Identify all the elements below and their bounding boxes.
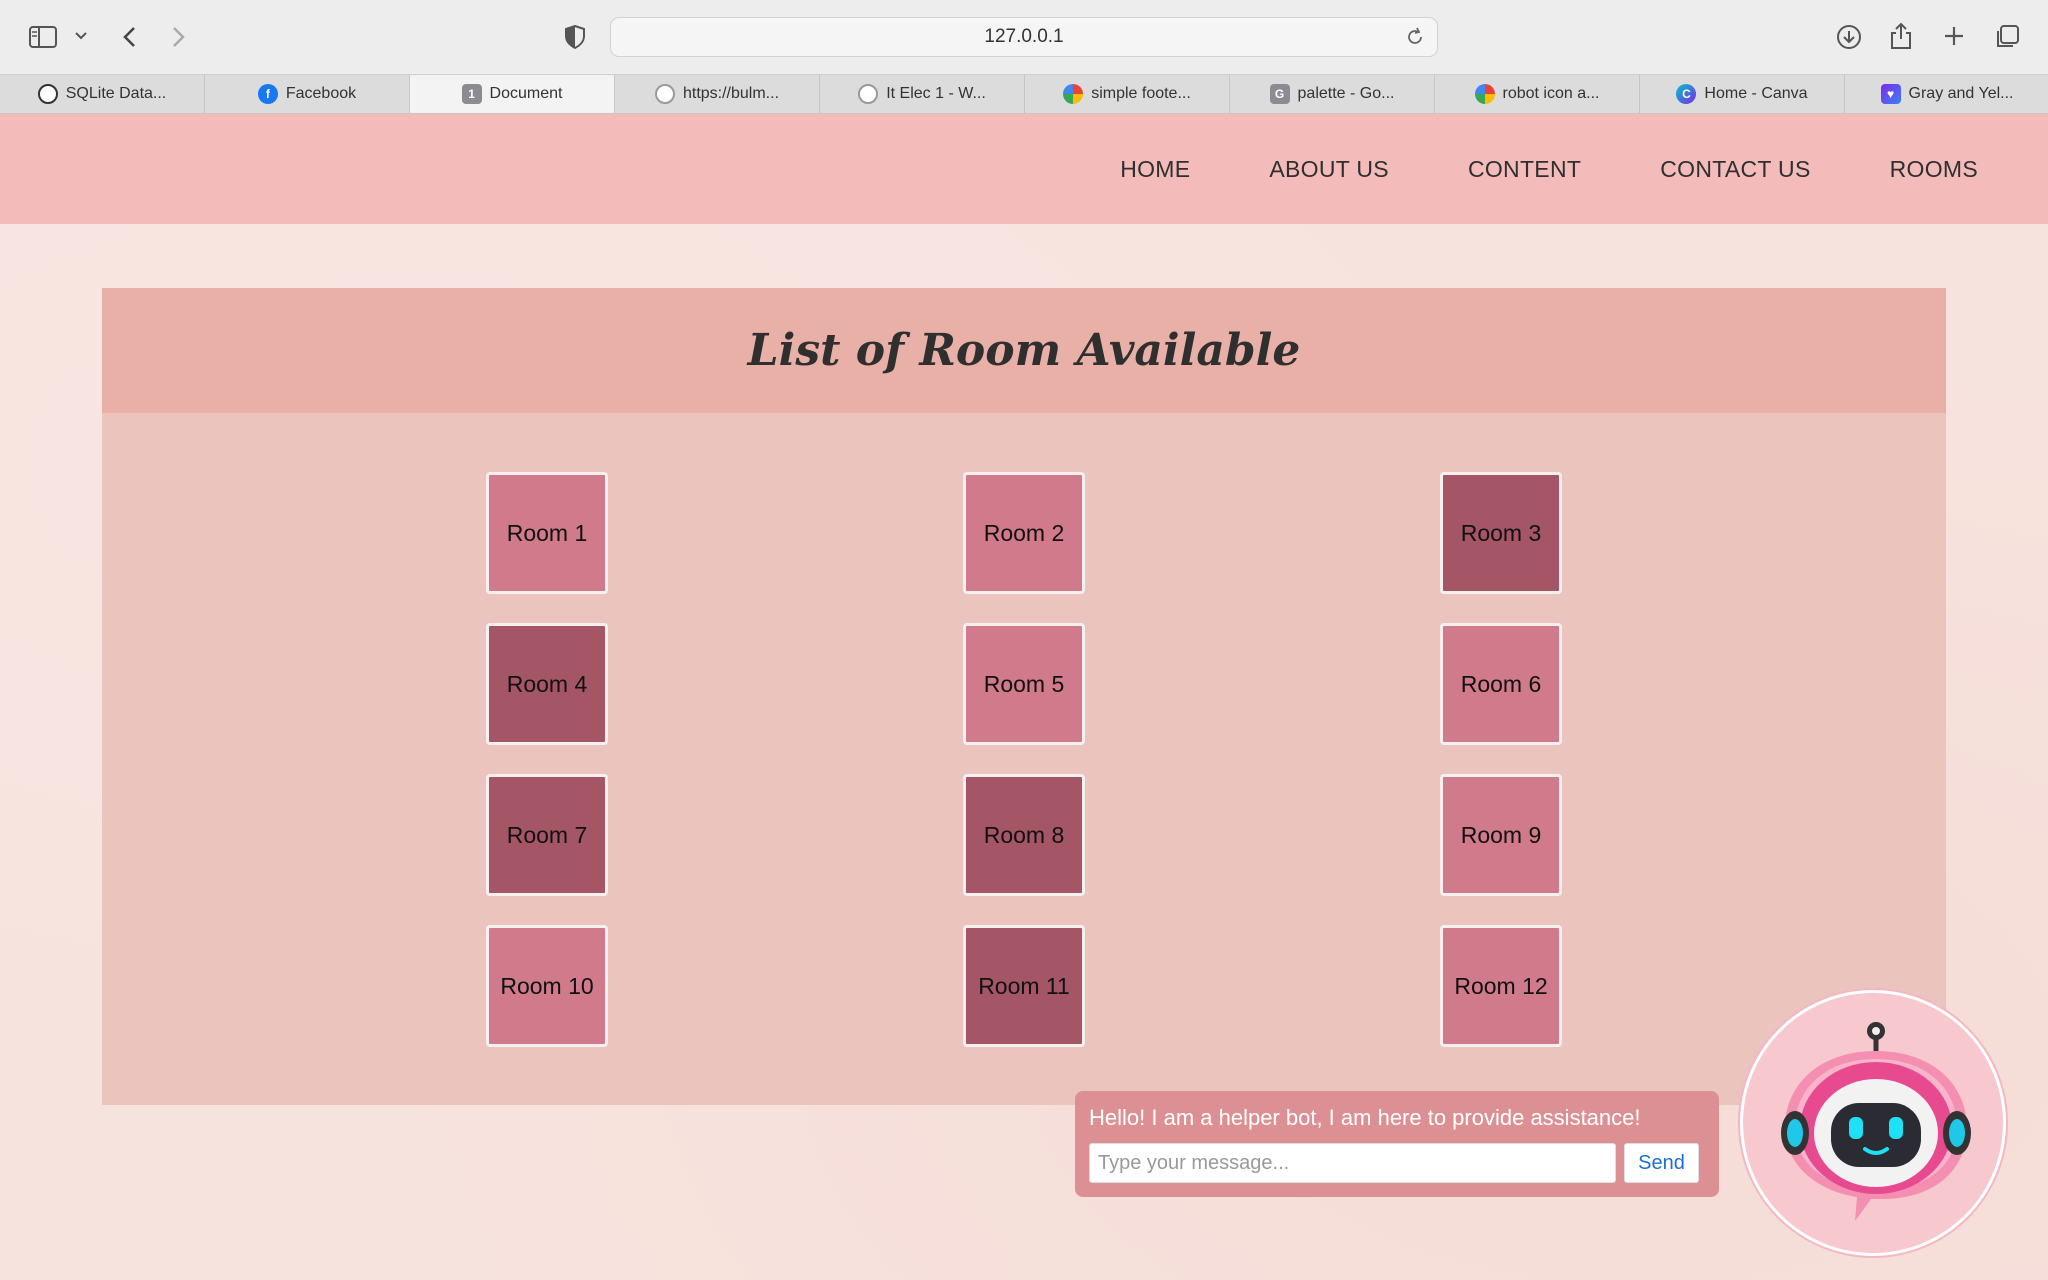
room-card[interactable]: Room 3 [1440,472,1562,594]
room-label: Room 1 [506,519,588,546]
room-card[interactable]: Room 11 [963,925,1085,1047]
tab-document[interactable]: 1 Document [410,75,615,113]
room-label: Room 7 [506,821,588,848]
room-label: Room 9 [1460,821,1542,848]
download-icon[interactable] [1834,22,1864,52]
browser-toolbar: 127.0.0.1 [0,0,2048,74]
tab-simple-footer[interactable]: simple foote... [1025,75,1230,113]
robot-icon [1781,1022,1971,1221]
nav-content[interactable]: CONTENT [1468,156,1581,183]
room-card[interactable]: Room 1 [486,472,608,594]
nav-about-us[interactable]: ABOUT US [1269,156,1389,183]
document-icon: 1 [461,84,482,104]
room-label: Room 3 [1460,519,1542,546]
room-card[interactable]: Room 12 [1440,925,1562,1047]
room-card[interactable]: Room 9 [1440,774,1562,896]
tab-label: SQLite Data... [65,85,167,102]
room-card[interactable]: Room 4 [486,623,608,745]
tab-label: Home - Canva [1704,85,1808,102]
room-card[interactable]: Room 8 [963,774,1085,896]
tab-gray-yellow[interactable]: ♥ Gray and Yel... [1845,75,2048,113]
facebook-icon: f [257,84,278,104]
room-label: Room 8 [983,821,1065,848]
tab-bulma[interactable]: https://bulm... [615,75,820,113]
page-title: List of Room Available [747,325,1301,376]
room-label: Room 6 [1460,670,1542,697]
room-card[interactable]: Room 7 [486,774,608,896]
room-label: Room 4 [506,670,588,697]
site-navbar: HOME ABOUT US CONTENT CONTACT US ROOMS [0,114,2048,224]
tab-facebook[interactable]: f Facebook [205,75,410,113]
address-bar[interactable]: 127.0.0.1 [610,17,1438,57]
tab-canva[interactable]: C Home - Canva [1640,75,1845,113]
tab-it-elec[interactable]: It Elec 1 - W... [820,75,1025,113]
room-label: Room 2 [983,519,1065,546]
google-icon [1063,84,1084,104]
reload-icon[interactable] [1405,27,1425,53]
room-label: Room 11 [978,972,1070,999]
room-label: Room 12 [1454,972,1548,999]
forward-arrow-icon[interactable] [166,22,192,52]
nav-contact-us[interactable]: CONTACT US [1660,156,1810,183]
room-label: Room 10 [500,972,594,999]
g-icon: G [1269,84,1290,104]
tab-label: It Elec 1 - W... [886,85,986,102]
heart-icon: ♥ [1880,84,1901,104]
room-label: Room 5 [983,670,1065,697]
chatbot-avatar[interactable] [1740,990,2006,1256]
chat-message-input[interactable] [1089,1143,1616,1183]
new-tab-plus-icon[interactable] [1940,22,1968,50]
rooms-panel-header: List of Room Available [102,288,1946,413]
chat-box: Hello! I am a helper bot, I am here to p… [1075,1091,1719,1197]
openai-icon [37,84,58,104]
room-card[interactable]: Room 6 [1440,623,1562,745]
tab-palette[interactable]: G palette - Go... [1230,75,1435,113]
nav-home[interactable]: HOME [1120,156,1190,183]
room-card[interactable]: Room 10 [486,925,608,1047]
rooms-panel: List of Room Available Room 1 Room 2 Roo… [102,288,1946,1105]
tab-overview-icon[interactable] [1992,22,2022,52]
send-button[interactable]: Send [1624,1143,1699,1183]
chat-input-row: Send [1089,1143,1699,1183]
tab-label: Document [489,85,563,102]
url-text: 127.0.0.1 [984,26,1064,47]
globe-icon [654,84,675,104]
globe-icon [858,84,879,104]
back-arrow-icon[interactable] [116,22,142,52]
nav-rooms[interactable]: ROOMS [1890,156,1978,183]
share-icon[interactable] [1886,20,1916,52]
shield-icon[interactable] [562,22,588,52]
tab-robot-icon[interactable]: robot icon a... [1435,75,1640,113]
tab-sqlite[interactable]: SQLite Data... [0,75,205,113]
tab-label: simple foote... [1091,85,1191,102]
canva-icon: C [1676,84,1697,104]
tab-label: https://bulm... [682,85,780,102]
tab-label: Gray and Yel... [1908,85,2014,102]
bot-greeting: Hello! I am a helper bot, I am here to p… [1089,1105,1641,1130]
tab-label: palette - Go... [1297,85,1395,102]
chevron-down-icon[interactable] [72,26,90,46]
sidebar-toggle-icon[interactable] [28,22,58,52]
room-card[interactable]: Room 2 [963,472,1085,594]
tab-bar: SQLite Data... f Facebook 1 Document htt… [0,74,2048,114]
room-card[interactable]: Room 5 [963,623,1085,745]
google-icon [1474,84,1495,104]
tab-label: Facebook [285,85,357,102]
tab-label: robot icon a... [1502,85,1600,102]
